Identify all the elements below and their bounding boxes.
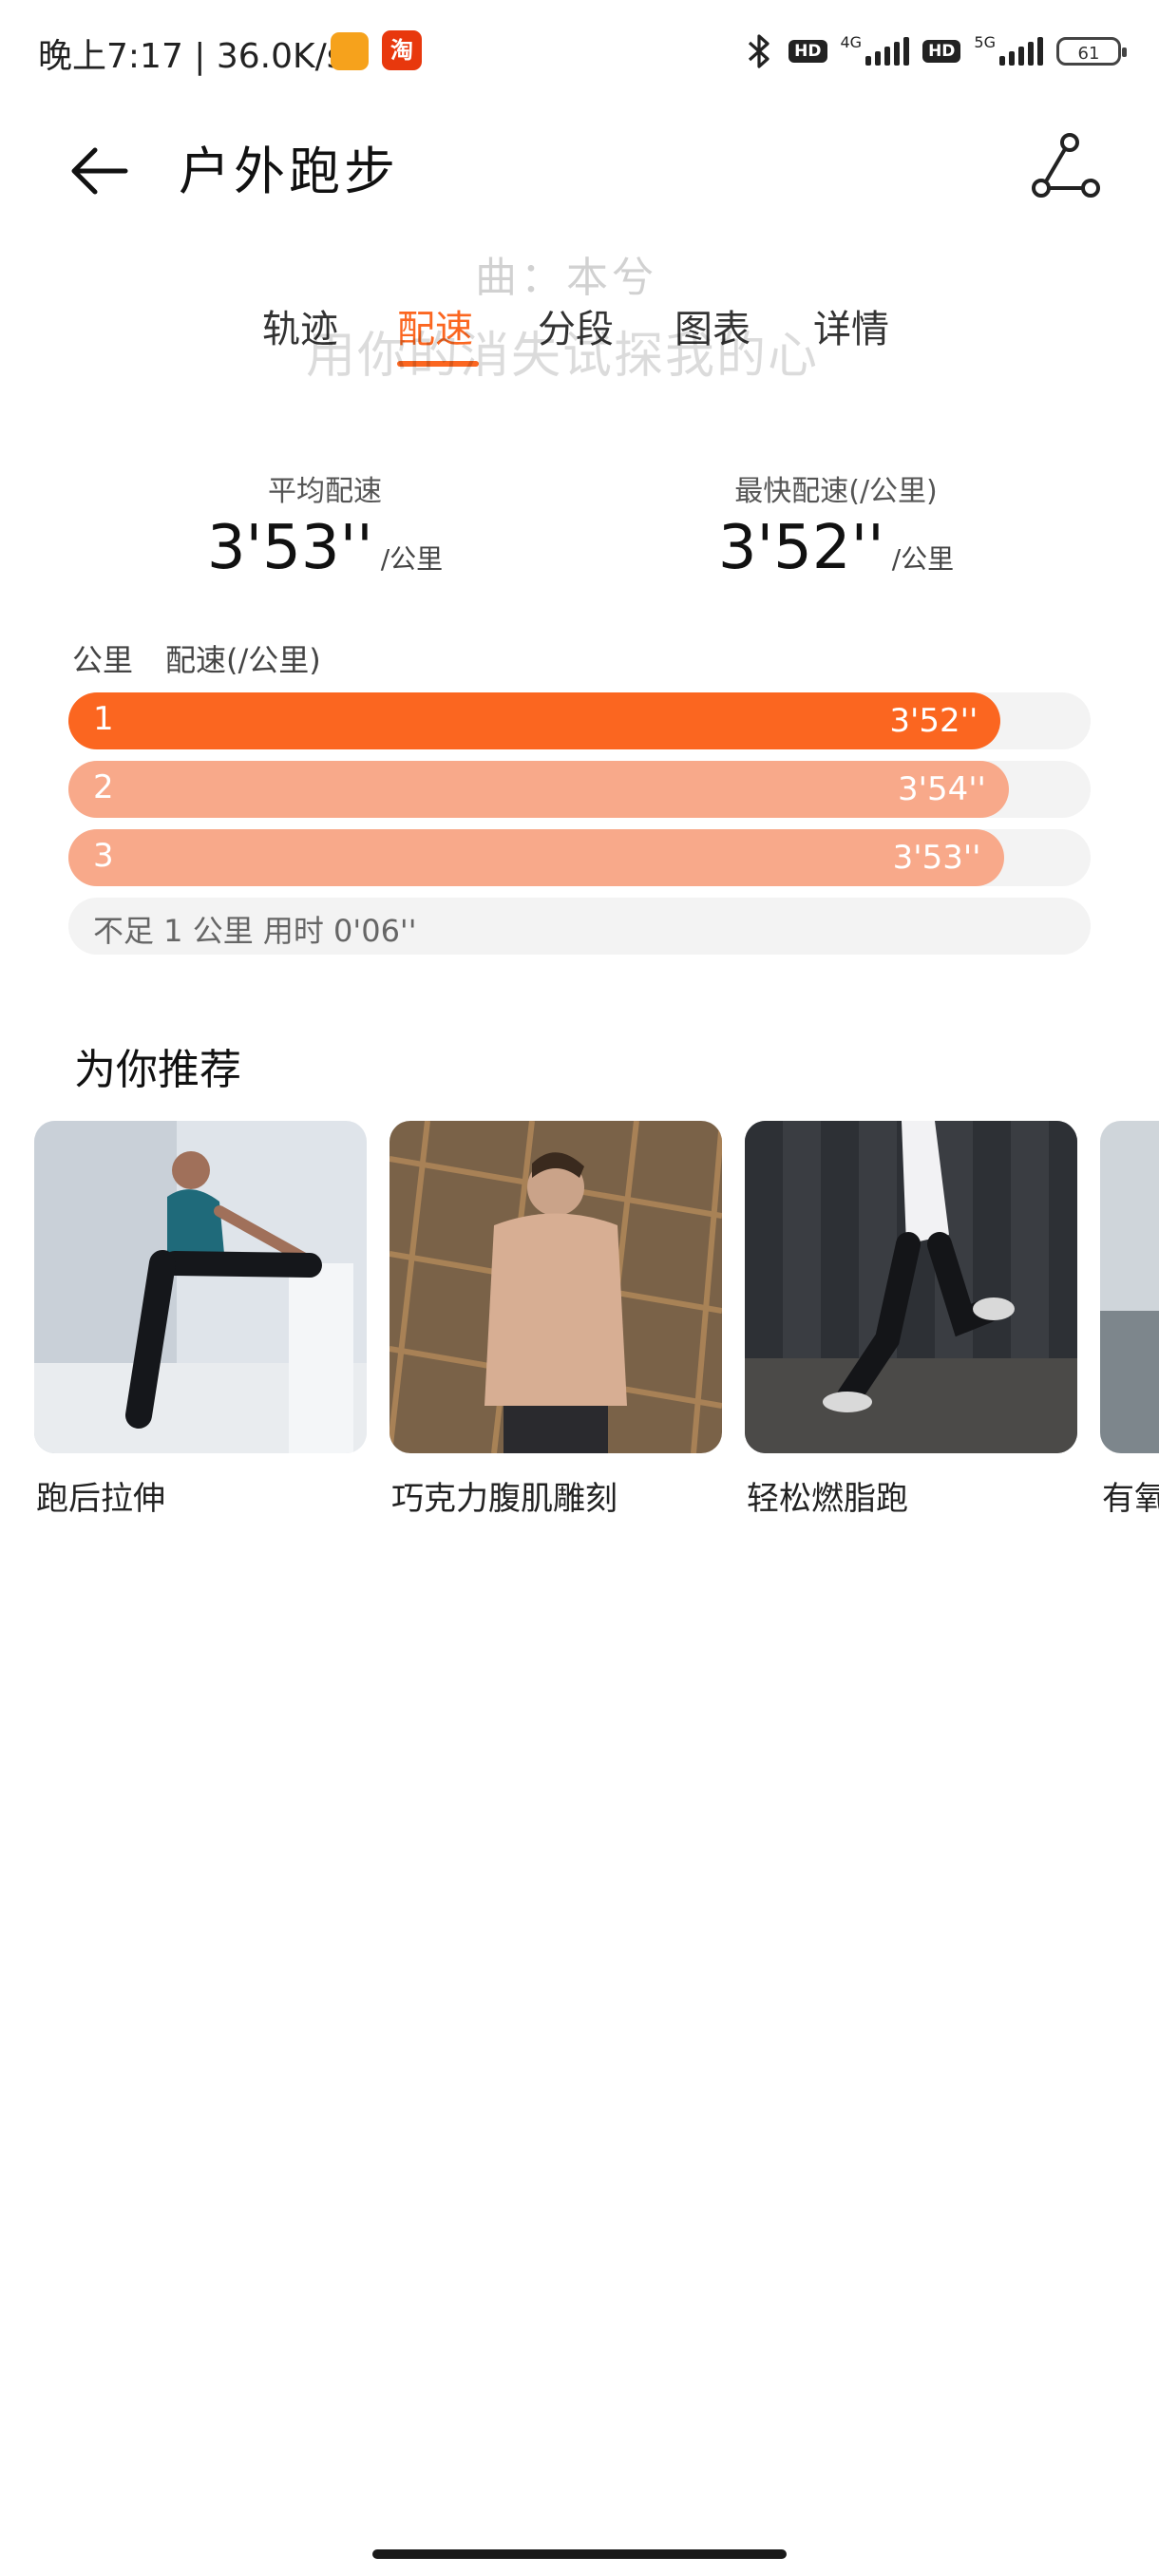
aerobic-photo bbox=[1100, 1121, 1159, 1453]
back-button[interactable] bbox=[63, 133, 139, 209]
split-index-3: 3 bbox=[93, 837, 114, 875]
watermark-line-2: 用你的消失试探我的心 bbox=[306, 328, 820, 385]
stretch-photo bbox=[34, 1121, 367, 1453]
signal-icon bbox=[865, 37, 910, 66]
bluetooth-icon bbox=[749, 34, 770, 68]
split-index-2: 2 bbox=[93, 768, 114, 806]
arrow-left-icon bbox=[71, 147, 128, 195]
rec-label-abs[interactable]: 巧克力腹肌雕刻 bbox=[391, 1472, 618, 1519]
split-bar-1 bbox=[68, 692, 1001, 749]
orange-app-icon bbox=[331, 32, 369, 70]
share-button[interactable] bbox=[1028, 129, 1104, 205]
watermark-line-1: 曲：本兮 bbox=[475, 254, 657, 302]
splits-col-pace: 配速(/公里) bbox=[165, 642, 321, 678]
rec-card-aerobic[interactable] bbox=[1100, 1121, 1159, 1453]
recommend-title: 为你推荐 bbox=[74, 1046, 241, 1094]
rec-label-stretch[interactable]: 跑后拉伸 bbox=[36, 1472, 165, 1519]
hd-icon: HD bbox=[788, 40, 827, 63]
avg-pace-unit: /公里 bbox=[380, 543, 444, 575]
page-title: 户外跑步 bbox=[179, 142, 399, 201]
splits-header: 公里 配速(/公里) bbox=[72, 636, 321, 680]
taobao-icon: 淘 bbox=[382, 30, 422, 70]
split-row-1: 1 3'52'' bbox=[68, 692, 1091, 749]
abs-photo bbox=[390, 1121, 722, 1453]
split-pace-1: 3'52'' bbox=[889, 702, 978, 740]
splits-col-km: 公里 bbox=[72, 642, 134, 678]
split-pace-3: 3'53'' bbox=[892, 839, 981, 877]
split-remainder-text: 不足 1 公里 用时 0'06'' bbox=[93, 913, 417, 949]
split-row-3: 3 3'53'' bbox=[68, 829, 1091, 886]
rec-card-stretch[interactable] bbox=[34, 1121, 367, 1453]
battery-icon: 61 bbox=[1056, 37, 1127, 66]
split-index-1: 1 bbox=[93, 700, 114, 738]
status-time-speed: 晚上7:17 | 36.0K/s bbox=[38, 37, 345, 76]
signal-icon bbox=[999, 37, 1043, 66]
status-icons: HD 4G HD 5G 61 bbox=[743, 28, 1127, 74]
fastest-pace-label: 最快配速(/公里) bbox=[734, 475, 938, 508]
rec-label-fat-burn[interactable]: 轻松燃脂跑 bbox=[747, 1472, 908, 1519]
rec-card-fat-burn[interactable] bbox=[745, 1121, 1077, 1453]
running-photo bbox=[745, 1121, 1077, 1453]
rec-card-abs[interactable] bbox=[390, 1121, 722, 1453]
split-bar-3 bbox=[68, 829, 1004, 886]
avg-pace-label: 平均配速 bbox=[268, 475, 382, 508]
avg-pace-number: 3'53'' bbox=[206, 513, 373, 583]
home-indicator[interactable] bbox=[372, 2549, 787, 2559]
rec-label-aerobic[interactable]: 有氧 bbox=[1102, 1472, 1159, 1519]
split-remainder-row: 不足 1 公里 用时 0'06'' bbox=[68, 898, 1091, 955]
network-type-label: 5G bbox=[974, 32, 996, 51]
fastest-pace-number: 3'52'' bbox=[717, 513, 884, 583]
share-icon bbox=[1032, 133, 1100, 198]
fastest-pace-value: 3'52''/公里 bbox=[646, 513, 1026, 583]
fastest-pace-unit: /公里 bbox=[891, 543, 955, 575]
tab-details[interactable]: 详情 bbox=[813, 298, 889, 353]
split-bar-2 bbox=[68, 761, 1009, 818]
split-row-2: 2 3'54'' bbox=[68, 761, 1091, 818]
hd-icon: HD bbox=[922, 40, 961, 63]
split-pace-2: 3'54'' bbox=[897, 770, 986, 808]
avg-pace-value: 3'53''/公里 bbox=[135, 513, 515, 583]
network-type-label: 4G bbox=[840, 32, 863, 51]
